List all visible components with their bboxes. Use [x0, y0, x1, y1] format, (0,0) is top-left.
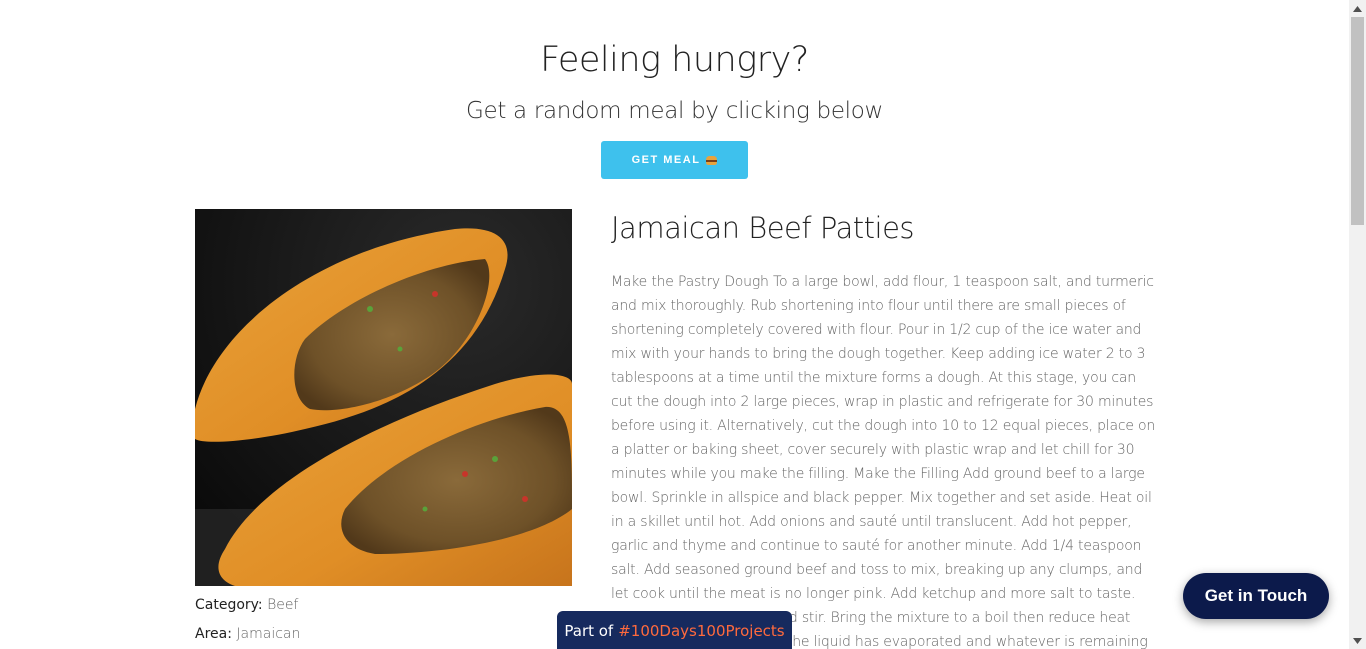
- burger-icon: [706, 155, 718, 165]
- meal-title: Jamaican Beef Patties: [611, 211, 915, 245]
- category-value: Beef: [267, 597, 299, 613]
- scroll-down-icon[interactable]: [1349, 632, 1366, 649]
- get-in-touch-button[interactable]: Get in Touch: [1183, 573, 1329, 619]
- page-subtitle: Get a random meal by clicking below: [465, 98, 884, 124]
- area-label: Area:: [195, 626, 232, 642]
- vertical-scrollbar[interactable]: [1349, 0, 1366, 649]
- page-title: Feeling hungry?: [540, 40, 809, 80]
- badge-hashtag[interactable]: #100Days100Projects: [618, 622, 784, 640]
- meal-area: Area: Jamaican: [195, 626, 300, 642]
- meal-image: [195, 209, 572, 586]
- scroll-up-icon[interactable]: [1349, 0, 1366, 17]
- get-meal-label: GET MEAL: [631, 154, 701, 166]
- meal-instructions: Make the Pastry Dough To a large bowl, a…: [611, 274, 1156, 649]
- category-label: Category:: [195, 597, 263, 613]
- badge-prefix: Part of: [564, 622, 614, 640]
- area-value: Jamaican: [236, 626, 301, 642]
- project-badge[interactable]: Part of #100Days100Projects: [557, 611, 792, 649]
- meal-category: Category: Beef: [195, 597, 298, 613]
- scrollbar-thumb[interactable]: [1351, 17, 1364, 225]
- get-meal-button[interactable]: GET MEAL: [601, 141, 748, 179]
- page: Feeling hungry? Get a random meal by cli…: [0, 0, 1349, 649]
